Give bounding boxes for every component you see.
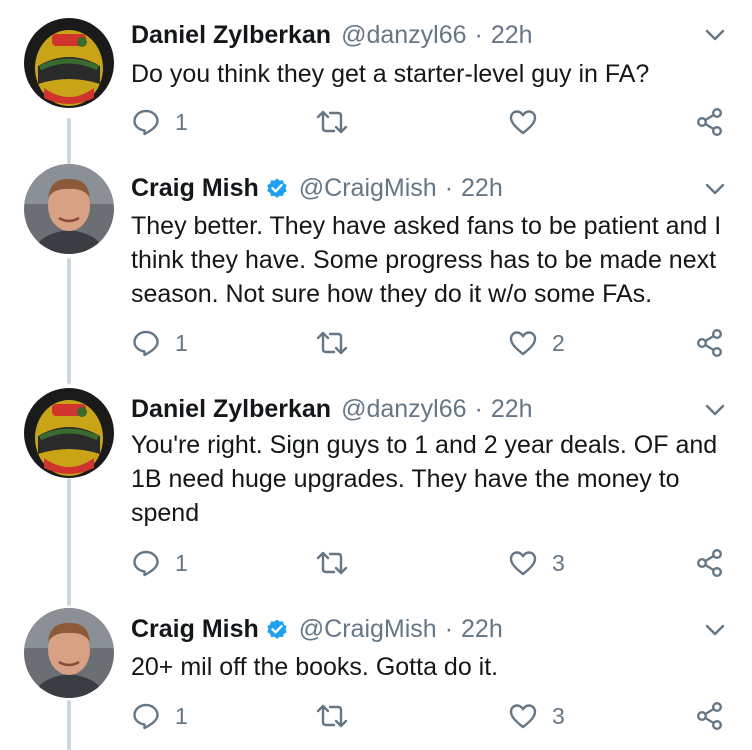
tweet-text: They better. They have asked fans to be …: [131, 212, 722, 308]
tweet-text: Do you think they get a starter-level gu…: [131, 60, 650, 88]
avatar[interactable]: [24, 608, 114, 698]
user-handle[interactable]: @CraigMish: [299, 174, 437, 203]
share-button[interactable]: [696, 325, 724, 361]
thread-line: [67, 700, 71, 750]
share-icon: [697, 108, 723, 137]
user-handle[interactable]: @danzyl66: [341, 21, 466, 50]
chevron-down-icon[interactable]: [702, 176, 728, 202]
reply-icon: [133, 703, 159, 730]
retweet-button[interactable]: [315, 325, 349, 361]
reply-count: 1: [175, 108, 188, 135]
tweet-text: 20+ mil off the books. Gotta do it.: [131, 653, 499, 681]
like-count: 3: [552, 702, 565, 729]
share-button[interactable]: [696, 698, 724, 734]
verified-badge-icon: [265, 617, 289, 641]
avatar[interactable]: [24, 388, 114, 478]
tweet-header: Craig Mish @CraigMish · 22h: [131, 612, 503, 646]
like-button[interactable]: 3: [508, 545, 565, 581]
avatar[interactable]: [24, 18, 114, 108]
chevron-down-icon[interactable]: [702, 397, 728, 423]
reply-icon: [133, 109, 159, 136]
display-name[interactable]: Craig Mish: [131, 615, 259, 644]
tweet-actions: 1 3: [131, 698, 731, 734]
tweet-actions: 1 2: [131, 325, 731, 361]
chevron-down-icon[interactable]: [702, 617, 728, 643]
display-name[interactable]: Daniel Zylberkan: [131, 21, 331, 50]
share-icon: [697, 329, 723, 358]
like-icon: [509, 331, 537, 356]
reply-icon: [133, 550, 159, 577]
reply-button[interactable]: 1: [131, 698, 188, 734]
like-button[interactable]: 2: [508, 325, 565, 361]
reply-button[interactable]: 1: [131, 545, 188, 581]
man-avatar-image: [24, 164, 114, 254]
retweet-button[interactable]: [315, 104, 349, 140]
tweet-header: Daniel Zylberkan @danzyl66 · 22h: [131, 18, 533, 52]
tweet-actions: 1: [131, 104, 731, 140]
like-icon: [509, 551, 537, 576]
like-icon: [509, 704, 537, 729]
like-count: 2: [552, 329, 565, 356]
retweet-button[interactable]: [315, 698, 349, 734]
tweet-actions: 1 3: [131, 545, 731, 581]
tweet-header: Daniel Zylberkan @danzyl66 · 22h: [131, 392, 533, 426]
tweet-text: You're right. Sign guys to 1 and 2 year …: [131, 431, 718, 527]
separator-dot: ·: [474, 20, 483, 49]
avatar[interactable]: [24, 164, 114, 254]
separator-dot: ·: [444, 614, 454, 643]
timestamp[interactable]: 22h: [491, 21, 533, 50]
like-button[interactable]: 3: [508, 698, 565, 734]
timestamp[interactable]: 22h: [491, 395, 533, 424]
share-button[interactable]: [696, 104, 724, 140]
tweet-thread: Daniel Zylberkan @danzyl66 · 22h Do you …: [0, 0, 752, 750]
thread-line: [67, 118, 71, 164]
thread-line: [67, 478, 71, 606]
timestamp[interactable]: 22h: [461, 615, 503, 644]
thread-line: [67, 258, 71, 384]
retweet-icon: [316, 704, 348, 728]
retweet-icon: [316, 551, 348, 575]
reply-icon: [133, 330, 159, 357]
separator-dot: ·: [444, 173, 454, 202]
tweet-header: Craig Mish @CraigMish · 22h: [131, 171, 503, 205]
display-name[interactable]: Daniel Zylberkan: [131, 395, 331, 424]
user-handle[interactable]: @CraigMish: [299, 615, 437, 644]
reply-button[interactable]: 1: [131, 325, 188, 361]
user-handle[interactable]: @danzyl66: [341, 395, 466, 424]
reply-count: 1: [175, 702, 188, 729]
verified-badge-icon: [265, 176, 289, 200]
share-icon: [697, 549, 723, 578]
retweet-icon: [316, 331, 348, 355]
share-button[interactable]: [696, 545, 724, 581]
retweet-icon: [316, 110, 348, 134]
timestamp[interactable]: 22h: [461, 174, 503, 203]
display-name[interactable]: Craig Mish: [131, 174, 259, 203]
reply-button[interactable]: 1: [131, 104, 188, 140]
like-icon: [509, 110, 537, 135]
chevron-down-icon[interactable]: [702, 22, 728, 48]
separator-dot: ·: [474, 394, 483, 423]
reply-count: 1: [175, 329, 188, 356]
man-avatar-image: [24, 608, 114, 698]
like-button[interactable]: [508, 104, 538, 140]
like-count: 3: [552, 549, 565, 576]
reply-count: 1: [175, 549, 188, 576]
helmet-avatar-image: [24, 388, 114, 478]
helmet-avatar-image: [24, 18, 114, 108]
share-icon: [697, 702, 723, 731]
retweet-button[interactable]: [315, 545, 349, 581]
